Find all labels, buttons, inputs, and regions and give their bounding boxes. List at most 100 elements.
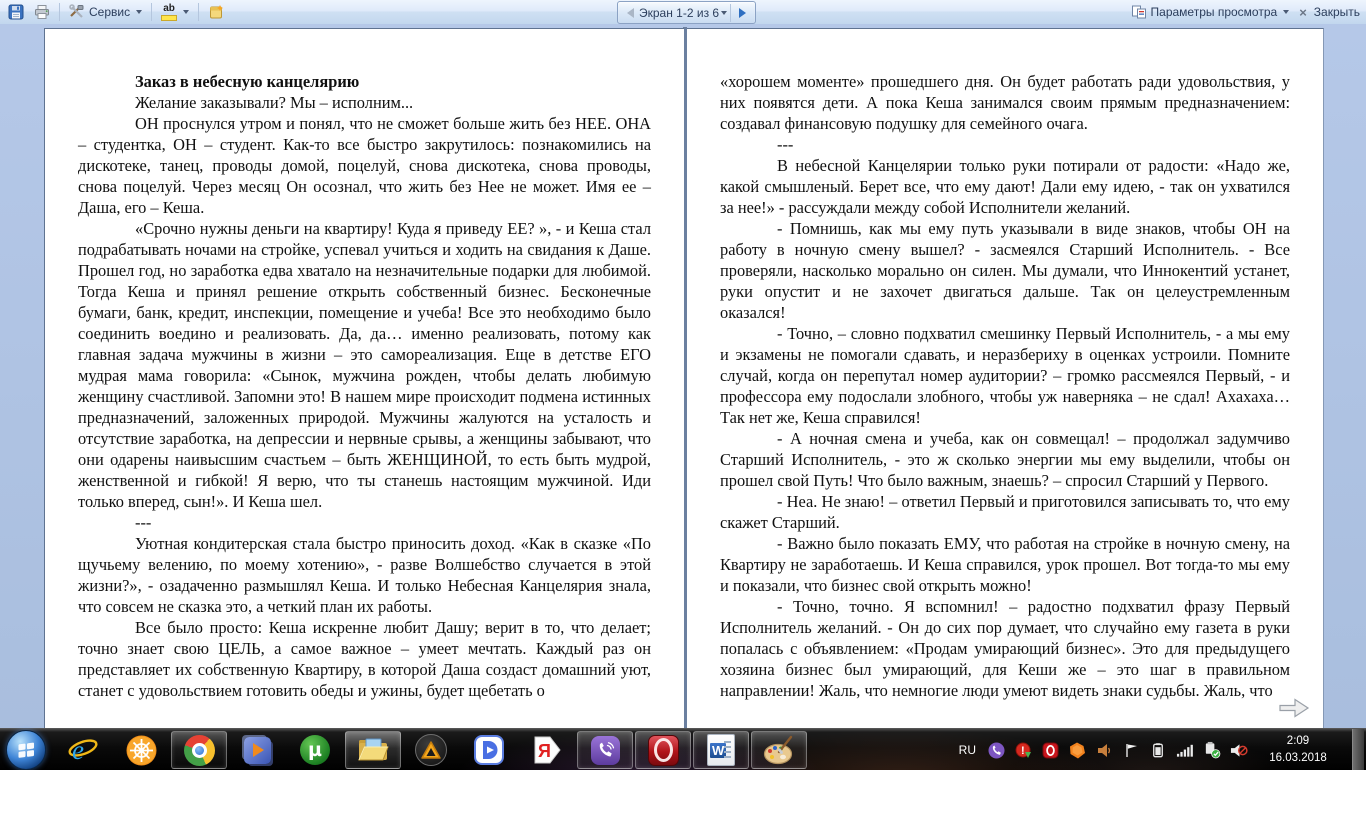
paragraph: --- (135, 513, 152, 532)
svg-text:!: ! (1021, 745, 1025, 757)
chevron-down-icon (136, 10, 143, 14)
internet-explorer-button[interactable]: e (55, 731, 111, 769)
explorer-button[interactable] (345, 731, 401, 769)
view-options-icon (1131, 4, 1147, 20)
paragraph: «Срочно нужны деньги на квартиру! Куда я… (78, 219, 651, 511)
media-player-icon (243, 736, 271, 764)
media-player-button[interactable] (229, 731, 285, 769)
print-icon (34, 4, 50, 20)
action-center-flag-icon[interactable] (1122, 741, 1140, 759)
ship-wheel-browser-button[interactable] (113, 731, 169, 769)
highlighter-icon: ab (161, 4, 178, 21)
word-button[interactable]: W (693, 731, 749, 769)
aimp-button[interactable] (403, 731, 459, 769)
reading-area: Заказ в небесную канцелярию Желание заказ… (0, 24, 1366, 728)
utorrent-icon: µ (300, 735, 330, 765)
paragraph: Уютная кондитерская стала быстро приноси… (78, 534, 651, 616)
opera-icon (647, 734, 679, 766)
reading-mode-toolbar: Сервис ab Экран 1-2 из 6 Параметры просм… (0, 0, 1366, 25)
chevron-down-icon (183, 10, 190, 14)
network-signal-icon[interactable] (1176, 741, 1194, 759)
new-comment-button[interactable] (204, 2, 228, 22)
volume-tray-icon[interactable] (1095, 741, 1113, 759)
save-icon (8, 4, 24, 20)
screenshot-bottom-padding (0, 770, 1366, 820)
paint-button[interactable] (751, 731, 807, 769)
word-icon: W (707, 734, 735, 766)
page-1-text: Заказ в небесную канцелярию Желание заказ… (45, 29, 684, 728)
paragraph: - Помнишь, как мы ему путь указывали в в… (720, 219, 1290, 322)
print-button[interactable] (30, 2, 54, 22)
ship-wheel-icon (125, 734, 157, 766)
alert-updater-tray-icon[interactable]: ! (1014, 741, 1032, 759)
toolbar-separator (198, 3, 200, 21)
battery-icon[interactable] (1149, 741, 1167, 759)
new-comment-icon (208, 4, 224, 20)
toolbar-left-group: Сервис ab (0, 0, 228, 24)
highlighter-button[interactable]: ab (157, 2, 193, 22)
save-button[interactable] (4, 2, 28, 22)
internet-explorer-icon: e (67, 734, 99, 766)
windows-logo-icon (18, 742, 34, 758)
svg-text:e: e (72, 735, 84, 765)
toolbar-right-group: Параметры просмотра × Закрыть (1127, 0, 1364, 24)
viber-button[interactable] (577, 731, 633, 769)
d-player-icon (473, 734, 505, 766)
avast-tray-icon[interactable] (1068, 741, 1086, 759)
chrome-button[interactable] (171, 731, 227, 769)
yandex-icon: Я (532, 735, 562, 765)
paragraph: «хорошем моменте» прошедшего дня. Он буд… (720, 72, 1290, 133)
paragraph: - А ночная смена и учеба, как он совмеща… (720, 429, 1290, 490)
toolbar-separator (59, 3, 60, 21)
usb-safely-remove-icon[interactable] (1203, 741, 1221, 759)
opera-button[interactable] (635, 731, 691, 769)
next-page-arrow[interactable] (1277, 696, 1311, 720)
close-icon: × (1299, 4, 1307, 20)
yandex-browser-button[interactable]: Я (519, 731, 575, 769)
d-player-button[interactable] (461, 731, 517, 769)
viber-tray-icon[interactable] (987, 741, 1005, 759)
service-menu-button[interactable]: Сервис (65, 2, 146, 22)
paragraph: - Неа. Не знаю! – ответил Первый и приго… (720, 492, 1290, 532)
paragraph: Заказ в небесную канцелярию (135, 72, 360, 91)
utorrent-button[interactable]: µ (287, 731, 343, 769)
document-page-1: Заказ в небесную канцелярию Желание заказ… (44, 28, 684, 728)
toolbar-separator (730, 3, 732, 22)
volume-muted-icon[interactable] (1230, 741, 1248, 759)
taskbar-clock[interactable]: 2:09 16.03.2018 (1257, 733, 1339, 766)
next-screen-icon[interactable] (739, 7, 747, 18)
close-label: Закрыть (1313, 5, 1360, 19)
screen-navigator: Экран 1-2 из 6 (617, 1, 757, 24)
service-menu-label: Сервис (89, 5, 131, 19)
view-options-button[interactable]: Параметры просмотра (1127, 2, 1294, 22)
start-button[interactable] (6, 730, 46, 770)
close-button[interactable]: × Закрыть (1295, 2, 1364, 22)
view-options-label: Параметры просмотра (1150, 5, 1278, 19)
chrome-icon (183, 734, 215, 766)
opera-tray-icon[interactable] (1041, 741, 1059, 759)
screen-nav-label[interactable]: Экран 1-2 из 6 (639, 6, 719, 20)
clock-date: 16.03.2018 (1269, 752, 1327, 764)
paragraph: ОН проснулся утром и понял, что не сможе… (78, 114, 651, 217)
clock-time: 2:09 (1286, 735, 1310, 748)
prev-screen-icon[interactable] (627, 7, 634, 18)
toolbar-separator (151, 3, 153, 21)
show-desktop-button[interactable] (1352, 729, 1364, 771)
page-2-text: «хорошем моменте» прошедшего дня. Он буд… (687, 29, 1323, 728)
paragraph: --- (777, 135, 794, 154)
paragraph: Желание заказывали? Мы – исполним... (135, 93, 414, 112)
taskbar-apps: e µ Я W (0, 729, 808, 771)
document-page-2: «хорошем моменте» прошедшего дня. Он буд… (687, 28, 1324, 728)
paragraph: Все было просто: Кеша искренне любит Даш… (78, 618, 651, 700)
paragraph: - Важно было показать ЕМУ, что работая н… (720, 534, 1290, 595)
paint-palette-icon (763, 734, 795, 766)
paragraph: - Точно, – словно подхватил смешинку Пер… (720, 324, 1290, 427)
chevron-down-icon[interactable] (721, 10, 728, 15)
language-indicator[interactable]: RU (959, 743, 976, 757)
folder-icon (357, 734, 389, 766)
viber-icon (590, 735, 620, 765)
windows-taskbar: e µ Я W RU ! 2:09 16.03.2018 (0, 728, 1366, 771)
system-tray: RU ! 2:09 16.03.2018 (959, 729, 1366, 771)
paragraph: - Точно, точно. Я вспомнил! – радостно п… (720, 597, 1290, 700)
tools-icon (69, 4, 85, 20)
